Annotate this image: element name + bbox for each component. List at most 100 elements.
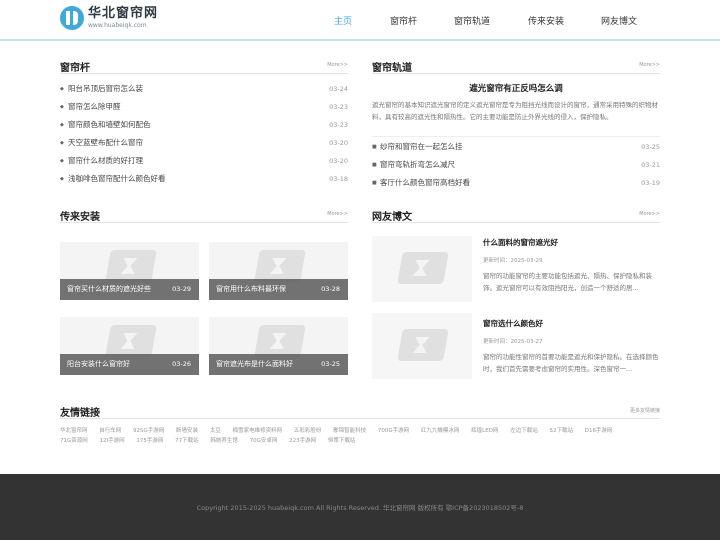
friend-link[interactable]: 自行车网 (99, 428, 121, 434)
item-title[interactable]: 纱帘和窗帘在一起怎么挂 (380, 138, 463, 156)
more-link[interactable]: More>> (639, 62, 660, 68)
section-title: 网友博文 (372, 212, 412, 223)
item-title[interactable]: 窗帘弯轨折弯怎么减尺 (380, 156, 455, 174)
item-title[interactable]: 窗帘怎么除甲醛 (68, 98, 121, 116)
section-title: 友情链接 (60, 408, 100, 419)
more-link[interactable]: More>> (639, 211, 660, 217)
item-title[interactable]: 客厅什么颜色窗帘高档好看 (380, 174, 470, 192)
nav-curtain-rod[interactable]: 窗帘杆 (390, 14, 417, 27)
section-installation-header: 传来安装 More>> (60, 205, 348, 223)
item-title[interactable]: 窗帘什么材质的好打理 (68, 152, 143, 170)
blog-title[interactable]: 什么面料的窗帘遮光好 (483, 237, 558, 248)
item-title[interactable]: 窗帘颜色和墙壁如何配色 (68, 116, 151, 134)
nav-curtain-track[interactable]: 窗帘轨道 (454, 14, 490, 27)
friend-link[interactable]: 70G安卓网 (250, 438, 278, 444)
curtain-rod-list: ◆ 阳台吊顶后窗帘怎么装 03-24 ◆ 窗帘怎么除甲醛 03-23 ◆ 窗帘颜色和墙壁如… (60, 80, 348, 188)
list-item[interactable]: ◆ 窗帘什么材质的好打理 03-20 (60, 152, 348, 170)
section-title: 窗帘杆 (60, 63, 90, 74)
item-date: 03-25 (641, 143, 660, 151)
friend-link[interactable]: 92SG手游网 (133, 428, 164, 434)
copyright-text: Copyright 2015-2025 huabeiqk.com All Rig… (196, 504, 524, 512)
item-date: 03-18 (329, 175, 348, 183)
item-title[interactable]: 浅咖啡色窗帘配什么颜色好看 (68, 170, 166, 188)
friend-link[interactable]: 韩她养生馆 (210, 438, 238, 444)
diamond-bullet-icon: ◆ (60, 86, 64, 92)
card-date: 03-29 (172, 285, 191, 293)
diamond-bullet-icon: ■ (372, 144, 377, 150)
list-item[interactable]: ■ 窗帘弯轨折弯怎么减尺 03-21 (372, 156, 660, 174)
card-date: 03-26 (172, 360, 191, 368)
image-placeholder-icon (105, 250, 157, 282)
card-title[interactable]: 窗帘用什么布料最环保 (216, 285, 286, 293)
site-logo[interactable]: 华北窗帘网 www.huabeiqk.com (60, 6, 158, 30)
blog-desc: 窗帘的功能性窗帘的首要功能是遮光和保护隐私。在选择颜色时，我们首先需要考虑窗帘的… (483, 353, 659, 373)
card-date: 03-25 (321, 360, 340, 368)
friend-link[interactable]: 77下载站 (175, 438, 199, 444)
install-card[interactable]: 窗帘用什么布料最环保 03-28 (209, 242, 348, 300)
diamond-bullet-icon: ◆ (60, 122, 64, 128)
item-date: 03-23 (329, 103, 348, 111)
site-footer: Copyright 2015-2025 huabeiqk.com All Rig… (0, 474, 720, 540)
blog-meta: 更新时间：2025-03-27 (483, 339, 543, 345)
card-title[interactable]: 阳台安装什么窗帘好 (67, 360, 130, 368)
item-date: 03-23 (329, 121, 348, 129)
featured-article-title[interactable]: 遮光窗帘有正反吗怎么调 (372, 82, 660, 94)
install-card[interactable]: 窗帘买什么材质的遮光好些 03-29 (60, 242, 199, 300)
install-card[interactable]: 窗帘遮光布是什么面料好 03-25 (209, 317, 348, 375)
friend-link[interactable]: 71G资源网 (60, 438, 88, 444)
item-title[interactable]: 天空蓝壁布配什么窗帘 (68, 134, 143, 152)
friend-link[interactable]: 52下载站 (549, 428, 573, 434)
more-link[interactable]: More>> (327, 62, 348, 68)
friend-link[interactable]: D16手游网 (585, 428, 613, 434)
nav-home[interactable]: 主页 (334, 14, 352, 27)
list-item[interactable]: ◆ 天空蓝壁布配什么窗帘 03-20 (60, 134, 348, 152)
section-blog-header: 网友博文 More>> (372, 205, 660, 223)
diamond-bullet-icon: ■ (372, 162, 377, 168)
list-item[interactable]: ◆ 窗帘怎么除甲醛 03-23 (60, 98, 348, 116)
friend-link[interactable]: 175手游网 (136, 438, 163, 444)
friend-link[interactable]: 辉煌LED网 (471, 428, 498, 434)
nav-installation[interactable]: 传来安装 (528, 14, 564, 27)
list-item[interactable]: ◆ 阳台吊顶后窗帘怎么装 03-24 (60, 80, 348, 98)
list-item[interactable]: ◆ 窗帘颜色和墙壁如何配色 03-23 (60, 116, 348, 134)
item-title[interactable]: 阳台吊顶后窗帘怎么装 (68, 80, 143, 98)
friend-link[interactable]: 700G手游网 (378, 428, 409, 434)
curtain-logo-icon (60, 6, 84, 30)
image-placeholder-icon (254, 250, 306, 282)
section-curtain-rod-header: 窗帘杆 More>> (60, 56, 348, 74)
image-placeholder-icon (105, 325, 157, 357)
friend-link[interactable]: 五彩彩脸纷 (294, 428, 322, 434)
card-caption: 窗帘买什么材质的遮光好些 03-29 (60, 279, 199, 300)
friend-link[interactable]: 恒策下载站 (328, 438, 356, 444)
list-item[interactable]: ■ 客厅什么颜色窗帘高档好看 03-19 (372, 174, 660, 192)
friend-link[interactable]: 太豆 (210, 428, 221, 434)
site-header: 华北窗帘网 www.huabeiqk.com 主页 窗帘杆 窗帘轨道 传来安装 … (0, 0, 720, 41)
blog-title[interactable]: 窗帘选什么颜色好 (483, 318, 543, 329)
friend-link[interactable]: 红九九機模冰网 (421, 428, 460, 434)
friend-link[interactable]: 223手游网 (289, 438, 316, 444)
item-date: 03-20 (329, 139, 348, 147)
friend-link[interactable]: 鄢锦智能科技 (333, 428, 366, 434)
diamond-bullet-icon: ◆ (60, 104, 64, 110)
list-item[interactable]: ■ 纱帘和窗帘在一起怎么挂 03-25 (372, 138, 660, 156)
diamond-bullet-icon: ◆ (60, 176, 64, 182)
friend-link[interactable]: 楠雪家电维修资料网 (233, 428, 283, 434)
blog-thumbnail[interactable] (372, 236, 472, 302)
item-date: 03-24 (329, 85, 348, 93)
friend-link[interactable]: 12I手游网 (100, 438, 125, 444)
section-curtain-track-header: 窗帘轨道 More>> (372, 56, 660, 74)
more-friend-links[interactable]: 更多友情链接 (630, 407, 660, 414)
card-caption: 窗帘用什么布料最环保 03-28 (209, 279, 348, 300)
blog-meta: 更新时间：2025-03-29 (483, 258, 543, 264)
blog-desc: 窗帘的功能窗帘的主要功能包括遮光、隔热、保护隐私和装饰。遮光窗帘可以有效阻挡阳光… (483, 272, 652, 292)
install-card[interactable]: 阳台安装什么窗帘好 03-26 (60, 317, 199, 375)
friend-link[interactable]: 左边下载站 (510, 428, 538, 434)
blog-thumbnail[interactable] (372, 313, 472, 379)
more-link[interactable]: More>> (327, 211, 348, 217)
friend-link[interactable]: 华北窗帘网 (60, 428, 88, 434)
list-item[interactable]: ◆ 浅咖啡色窗帘配什么颜色好看 03-18 (60, 170, 348, 188)
card-title[interactable]: 窗帘买什么材质的遮光好些 (67, 285, 151, 293)
nav-blog[interactable]: 网友博文 (601, 14, 637, 27)
card-title[interactable]: 窗帘遮光布是什么面料好 (216, 360, 293, 368)
friend-link[interactable]: 断墙安装 (176, 428, 198, 434)
